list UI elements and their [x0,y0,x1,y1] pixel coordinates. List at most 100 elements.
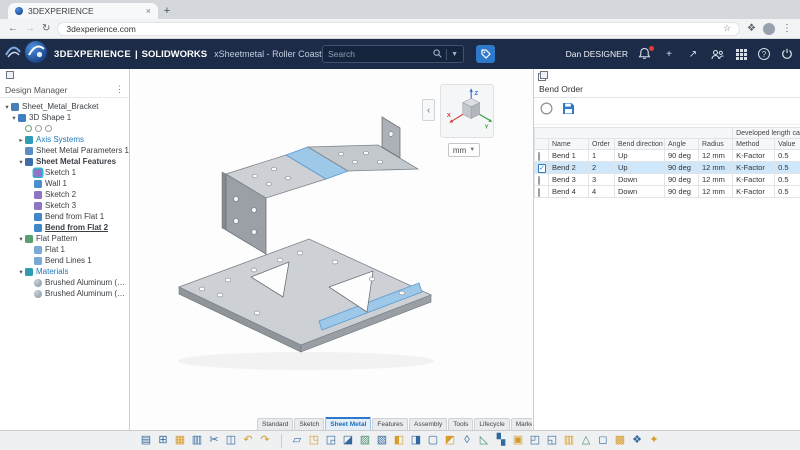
bookmark-star-icon[interactable]: ☆ [723,23,731,34]
row-checkbox[interactable]: ✓ [538,164,546,173]
toolbar-icon[interactable]: ▤ [138,433,155,449]
toolbar-icon[interactable]: ◫ [223,433,240,449]
sheet-metal-part-top[interactable] [222,117,418,254]
tab-sheet-metal[interactable]: Sheet Metal [325,417,371,430]
toolbar-icon[interactable]: ◨ [408,433,425,449]
tree-item-flat-pattern[interactable]: ▾ Flat Pattern [0,233,129,244]
cell-method[interactable]: K-Factor [733,150,775,162]
tree-item-materials[interactable]: ▾ Materials [0,266,129,277]
cell-radius[interactable]: 12 mm [699,162,733,174]
3d-viewport[interactable]: ‹ Z X Y mm ▼ Standard Sketch [131,69,532,430]
panel-tab-icon[interactable] [4,71,14,81]
bend-row-3[interactable]: Bend 3 3 Down 90 deg 12 mm K-Factor 0.5 [535,174,800,186]
toolbar-icon[interactable]: ✂ [206,433,223,449]
toolbar-icon[interactable]: ◻ [595,433,612,449]
tree-item-sketch-3[interactable]: Sketch 3 [0,200,129,211]
expander-icon[interactable]: ▾ [17,235,25,243]
user-name[interactable]: Dan DESIGNER [566,49,628,59]
save-icon[interactable] [562,102,575,120]
refresh-icon[interactable]: ↻ [42,24,50,34]
search-icon[interactable] [433,45,442,63]
tree-item-wall-1[interactable]: Wall 1 [0,178,129,189]
sheet-metal-part-bottom[interactable] [179,239,431,352]
panel-tab-icon[interactable] [538,71,548,81]
community-icon[interactable] [710,47,724,61]
expander-icon[interactable]: ▸ [17,136,25,144]
tree-item-material-flat[interactable]: Brushed Aluminum (Flat P... [0,288,129,299]
tree-item-sketch-2[interactable]: Sketch 2 [0,189,129,200]
share-icon[interactable]: ↗ [686,47,700,61]
search-options-chevron-icon[interactable]: ▼ [451,51,458,58]
expander-icon[interactable]: ▾ [3,103,11,111]
redo-icon[interactable]: ↷ [257,433,274,449]
bend-row-2[interactable]: ✓ Bend 2 2 Up 90 deg 12 mm K-Factor 0.5 [535,162,800,174]
tab-close-icon[interactable]: × [146,6,151,16]
tag-button[interactable] [476,45,495,63]
toolbar-icon[interactable]: ▧ [374,433,391,449]
tab-marketplace[interactable]: Marketplace [511,418,532,430]
state-icon[interactable] [45,125,52,132]
toolbar-icon[interactable]: ▱ [289,433,306,449]
cell-value[interactable]: 0.5 [775,162,800,174]
orientation-triad[interactable]: Z X Y [440,84,494,138]
toolbar-icon[interactable]: ◩ [442,433,459,449]
tab-assembly[interactable]: Assembly [409,418,447,430]
cell-value[interactable]: 0.5 [775,174,800,186]
tab-standard[interactable]: Standard [257,418,293,430]
toolbar-icon[interactable]: △ [578,433,595,449]
expander-icon[interactable]: ▾ [17,158,25,166]
cell-value[interactable]: 0.5 [775,186,800,198]
tree-item-sheet-metal-parameters[interactable]: Sheet Metal Parameters 1 [0,145,129,156]
toolbar-icon[interactable]: ▥ [189,433,206,449]
cell-method[interactable]: K-Factor [733,174,775,186]
toolbar-icon[interactable]: ◪ [340,433,357,449]
cell-radius[interactable]: 12 mm [699,150,733,162]
cell-method[interactable]: K-Factor [733,162,775,174]
tab-features[interactable]: Features [372,418,408,430]
toolbar-icon[interactable]: ◰ [527,433,544,449]
panel-menu-icon[interactable]: ⋮ [115,84,124,95]
toolbar-icon[interactable]: ▨ [357,433,374,449]
add-icon[interactable]: + [662,47,676,61]
cell-value[interactable]: 0.5 [775,150,800,162]
back-icon[interactable]: ← [8,24,18,34]
tree-item-axis-systems[interactable]: ▸ Axis Systems [0,134,129,145]
toolbar-icon[interactable]: ◺ [476,433,493,449]
toolbar-icon[interactable]: ◊ [459,433,476,449]
tab-lifecycle[interactable]: Lifecycle [474,418,509,430]
global-search[interactable]: ▼ [322,45,464,63]
browser-menu-icon[interactable]: ⋮ [782,23,792,34]
tree-item-bend-from-flat-2[interactable]: Bend from Flat 2 [0,222,129,233]
tree-item-bend-lines-1[interactable]: Bend Lines 1 [0,255,129,266]
state-icon[interactable] [35,125,42,132]
cell-angle[interactable]: 90 deg [665,150,699,162]
row-checkbox[interactable] [538,188,540,197]
cell-direction[interactable]: Up [615,162,665,174]
tree-item-sheet-metal-features[interactable]: ▾ Sheet Metal Features [0,156,129,167]
toolbar-icon[interactable]: ✦ [646,433,663,449]
tree-item-3d-shape[interactable]: ▾ 3D Shape 1 [0,112,129,123]
cell-order[interactable]: 4 [589,186,615,198]
tab-tools[interactable]: Tools [448,418,473,430]
tree-item-root[interactable]: ▾ Sheet_Metal_Bracket [0,101,129,112]
cell-order[interactable]: 3 [589,174,615,186]
toolbar-icon[interactable]: ▦ [172,433,189,449]
address-bar[interactable]: 3dexperience.com ☆ [57,22,740,36]
tree-item-bend-from-flat-1[interactable]: Bend from Flat 1 [0,211,129,222]
forward-icon[interactable]: → [25,24,35,34]
toolbar-icon[interactable]: ◧ [391,433,408,449]
browser-tab[interactable]: 3DEXPERIENCE × [8,3,158,19]
extensions-icon[interactable]: ❖ [747,24,756,34]
tree-item-flat-1[interactable]: Flat 1 [0,244,129,255]
cell-order[interactable]: 1 [589,150,615,162]
tree-item-states[interactable] [0,123,129,134]
cell-order[interactable]: 2 [589,162,615,174]
cell-radius[interactable]: 12 mm [699,186,733,198]
cell-direction[interactable]: Down [615,186,665,198]
units-selector[interactable]: mm ▼ [448,143,480,157]
search-input[interactable] [328,49,429,59]
expander-icon[interactable]: ▾ [17,268,25,276]
state-icon[interactable] [25,125,32,132]
cell-angle[interactable]: 90 deg [665,162,699,174]
tree-item-sketch-1[interactable]: Sketch 1 [0,167,129,178]
